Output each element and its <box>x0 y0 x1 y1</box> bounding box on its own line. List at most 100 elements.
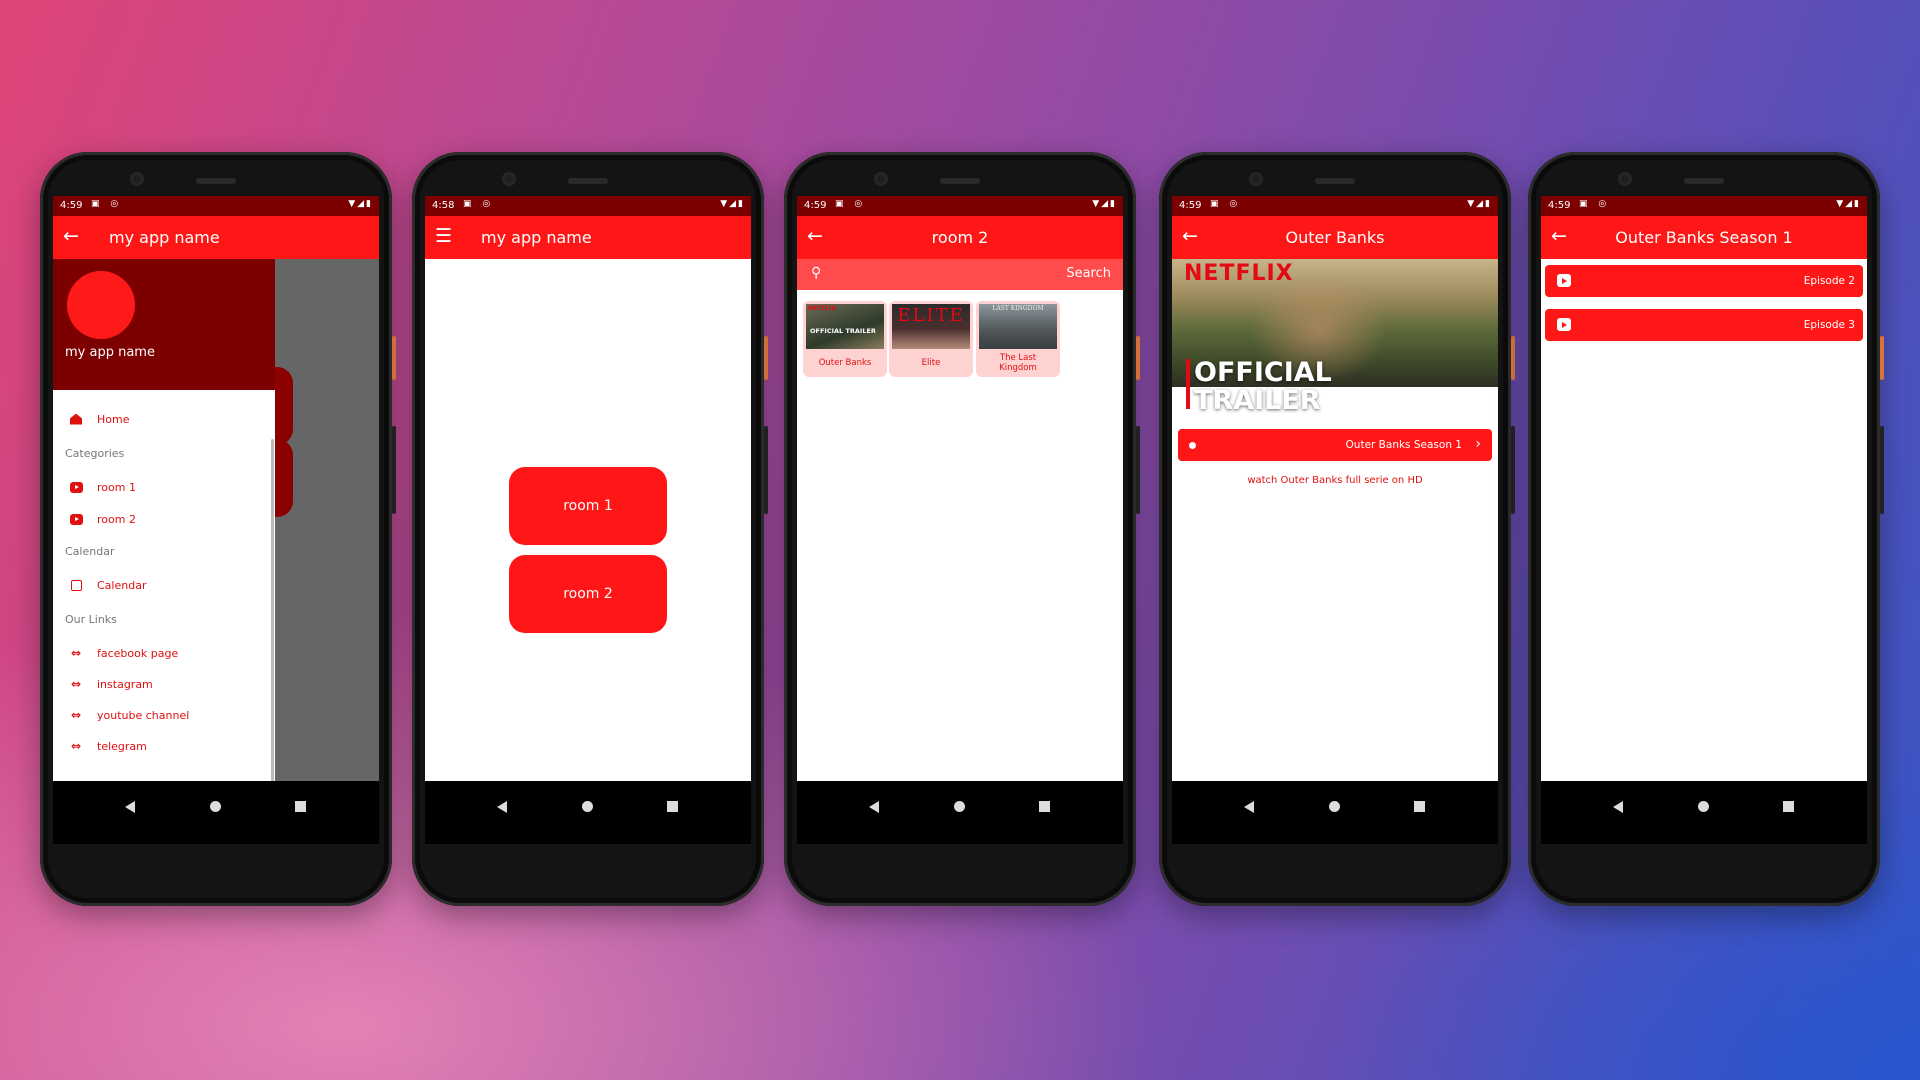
detail-screen: NETFLIX OFFICIAL TRAILER Outer Banks Sea… <box>1172 259 1498 781</box>
room2-button[interactable]: room 2 <box>509 555 667 633</box>
nav-home-icon[interactable] <box>582 801 593 812</box>
status-bar: 4:59 ▣ ◎ ▼◢▮ <box>1541 196 1867 216</box>
drawer-item-calendar[interactable]: Calendar <box>69 575 146 595</box>
poster-accent-bar <box>1186 359 1190 409</box>
nav-recents-icon[interactable] <box>1783 801 1794 812</box>
power-button <box>1511 426 1515 514</box>
status-bar: 4:59 ▣ ◎ ▼◢▮ <box>1172 196 1498 216</box>
calendar-icon <box>69 578 83 592</box>
show-card-elite[interactable]: ELITE Elite <box>889 301 973 377</box>
status-time: 4:59 <box>60 200 83 211</box>
volume-button <box>764 336 768 380</box>
earpiece <box>1684 178 1724 184</box>
nav-recents-icon[interactable] <box>295 801 306 812</box>
drawer-item-room2[interactable]: room 2 <box>69 509 136 529</box>
app-bar: ← my app name <box>53 216 379 259</box>
nav-back-icon[interactable] <box>497 801 507 813</box>
search-placeholder: Search <box>1066 266 1111 281</box>
show-title: The Last Kingdom <box>999 353 1037 373</box>
episodes-screen: Episode 2 Episode 3 <box>1541 259 1867 781</box>
earpiece <box>940 178 980 184</box>
app-bar: ← Outer Banks <box>1172 216 1498 259</box>
phone-mockup-episodes: 4:59 ▣ ◎ ▼◢▮ ← Outer Banks Season 1 Epis… <box>1528 152 1884 906</box>
phone-screen: 4:59 ▣ ◎ ▼◢▮ ← Outer Banks NETFLIX OFFIC… <box>1172 196 1498 844</box>
drawer-item-home[interactable]: Home <box>69 409 129 429</box>
search-bar[interactable]: ⚲ Search <box>797 259 1123 290</box>
app-title: my app name <box>109 228 220 247</box>
signal-battery-icons: ▼◢▮ <box>720 199 745 209</box>
drawer-item-instagram[interactable]: ⇔ instagram <box>69 674 153 694</box>
navigation-drawer: my app name Home Categories room 1 room … <box>53 259 275 844</box>
drawer-item-room1[interactable]: room 1 <box>69 477 136 497</box>
system-nav-bar <box>797 781 1123 844</box>
episode-button[interactable]: Episode 2 <box>1545 265 1863 297</box>
poster-line2: TRAILER <box>1194 385 1321 416</box>
home-icon <box>69 412 83 426</box>
poster-line1: OFFICIAL <box>1194 357 1332 388</box>
signal-battery-icons: ▼◢▮ <box>1836 199 1861 209</box>
volume-button <box>1880 336 1884 380</box>
drawer-item-label: youtube channel <box>97 708 190 722</box>
show-card-last-kingdom[interactable]: LAST KINGDOM The Last Kingdom <box>976 301 1060 377</box>
episode-button[interactable]: Episode 3 <box>1545 309 1863 341</box>
drawer-item-facebook[interactable]: ⇔ facebook page <box>69 643 178 663</box>
season-button[interactable]: Outer Banks Season 1 › <box>1178 429 1492 461</box>
section-calendar: Calendar <box>65 545 115 558</box>
drawer-item-label: facebook page <box>97 646 179 660</box>
nav-home-icon[interactable] <box>1698 801 1709 812</box>
drawer-item-telegram[interactable]: ⇔ telegram <box>69 736 147 756</box>
volume-button <box>1136 336 1140 380</box>
drawer-item-youtube[interactable]: ⇔ youtube channel <box>69 705 189 725</box>
power-button <box>1880 426 1884 514</box>
grid-screen: ⚲ Search NETFLIX OFFICIAL TRAILER Outer … <box>797 259 1123 781</box>
show-thumbnail: ELITE <box>892 304 970 349</box>
description-text: watch Outer Banks full serie on HD <box>1247 475 1423 486</box>
link-icon: ⇔ <box>70 708 82 722</box>
nav-home-icon[interactable] <box>954 801 965 812</box>
power-button <box>1136 426 1140 514</box>
app-title: room 2 <box>931 228 989 247</box>
phone-screen: 4:59 ▣ ◎ ▼◢▮ ← my app name my app name H… <box>53 196 379 844</box>
status-time: 4:58 <box>432 200 455 211</box>
avatar <box>67 271 135 339</box>
system-nav-bar <box>1541 781 1867 844</box>
drawer-item-label: telegram <box>97 739 147 753</box>
thumb-text: OFFICIAL TRAILER <box>810 327 876 335</box>
section-categories: Categories <box>65 447 125 460</box>
app-title: Outer Banks Season 1 <box>1615 228 1793 247</box>
menu-icon[interactable]: ☰ <box>435 226 452 246</box>
nav-recents-icon[interactable] <box>1414 801 1425 812</box>
arrow-left-icon[interactable]: ← <box>63 226 79 246</box>
drawer-item-label: Home <box>97 412 130 426</box>
rooms-screen: room 1 room 2 <box>425 259 751 781</box>
app-title: Outer Banks <box>1285 228 1385 247</box>
drawer-item-label: room 2 <box>97 512 136 526</box>
nav-home-icon[interactable] <box>1329 801 1340 812</box>
nav-back-icon[interactable] <box>125 801 135 813</box>
phone-screen: 4:58 ▣ ◎ ▼◢▮ ☰ my app name room 1 room 2 <box>425 196 751 844</box>
phone-mockup-rooms: 4:58 ▣ ◎ ▼◢▮ ☰ my app name room 1 room 2 <box>412 152 768 906</box>
earpiece <box>1315 178 1355 184</box>
link-icon: ⇔ <box>70 677 82 691</box>
volume-button <box>1511 336 1515 380</box>
drawer-scrollbar[interactable] <box>271 439 274 834</box>
room1-button[interactable]: room 1 <box>509 467 667 545</box>
app-bar: ← Outer Banks Season 1 <box>1541 216 1867 259</box>
search-icon: ⚲ <box>811 265 822 281</box>
thumb-text: ELITE <box>897 305 965 326</box>
nav-back-icon[interactable] <box>1244 801 1254 813</box>
youtube-icon <box>69 480 83 494</box>
phone-mockup-drawer: 4:59 ▣ ◎ ▼◢▮ ← my app name my app name H… <box>40 152 396 906</box>
signal-battery-icons: ▼◢▮ <box>1467 199 1492 209</box>
nav-back-icon[interactable] <box>869 801 879 813</box>
nav-recents-icon[interactable] <box>1039 801 1050 812</box>
app-title: my app name <box>481 228 592 247</box>
show-card-outer-banks[interactable]: NETFLIX OFFICIAL TRAILER Outer Banks <box>803 301 887 377</box>
nav-back-icon[interactable] <box>1613 801 1623 813</box>
nav-recents-icon[interactable] <box>667 801 678 812</box>
nav-home-icon[interactable] <box>210 801 221 812</box>
signal-battery-icons: ▼◢▮ <box>348 199 373 209</box>
show-thumbnail: NETFLIX OFFICIAL TRAILER <box>806 304 884 349</box>
front-camera <box>130 172 144 186</box>
bullet-icon <box>1189 442 1196 449</box>
